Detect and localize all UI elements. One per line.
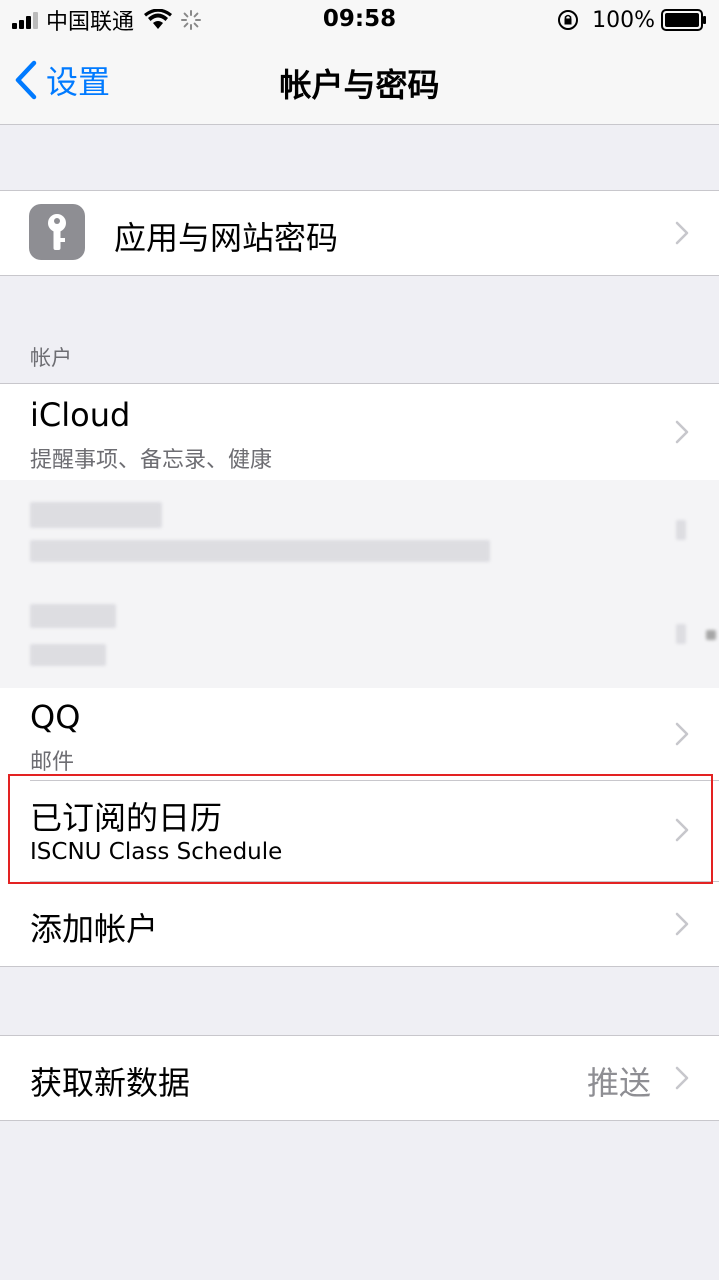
account-title: QQ <box>30 698 81 736</box>
account-subtitle: 邮件 <box>30 750 75 775</box>
chevron-right-icon <box>675 221 689 245</box>
chevron-right-icon <box>675 420 689 444</box>
account-row-redacted[interactable] <box>0 480 719 584</box>
accounts-section-header: 帐户 <box>30 346 72 370</box>
fetch-group: 获取新数据 推送 <box>0 1035 719 1121</box>
redacted-mark <box>706 630 716 640</box>
highlight-annotation <box>8 774 713 884</box>
status-bar: 中国联通 09:58 100% <box>0 0 719 40</box>
passwords-label: 应用与网站密码 <box>114 219 339 257</box>
redacted-chevron <box>676 624 686 644</box>
passwords-group: 应用与网站密码 <box>0 190 719 276</box>
add-account-label: 添加帐户 <box>30 910 159 948</box>
account-row-qq[interactable]: QQ 邮件 <box>0 688 719 780</box>
account-subtitle: 提醒事项、备忘录、健康 <box>30 448 273 473</box>
redacted-title <box>30 502 162 528</box>
rotation-lock-icon <box>558 10 579 30</box>
navigation-bar: 设置 帐户与密码 <box>0 40 719 125</box>
passwords-row[interactable]: 应用与网站密码 <box>0 191 719 275</box>
fetch-new-data-row[interactable]: 获取新数据 推送 <box>0 1036 719 1120</box>
status-right: 100% <box>556 6 707 34</box>
account-row-redacted[interactable] <box>0 584 719 688</box>
account-row-icloud[interactable]: iCloud 提醒事项、备忘录、健康 <box>0 384 719 480</box>
battery-icon <box>661 9 706 31</box>
chevron-right-icon <box>675 722 689 746</box>
account-title: iCloud <box>30 396 131 434</box>
fetch-label: 获取新数据 <box>30 1064 191 1102</box>
redacted-chevron <box>676 520 686 540</box>
chevron-right-icon <box>675 1066 689 1090</box>
fetch-value: 推送 <box>586 1064 651 1102</box>
chevron-right-icon <box>675 912 689 936</box>
redacted-subtitle <box>30 644 106 666</box>
redacted-subtitle <box>30 540 490 562</box>
battery-percent: 100% <box>592 7 655 33</box>
redacted-title <box>30 604 116 628</box>
page-title: 帐户与密码 <box>279 66 440 104</box>
key-icon <box>29 204 85 260</box>
add-account-row[interactable]: 添加帐户 <box>0 882 719 966</box>
